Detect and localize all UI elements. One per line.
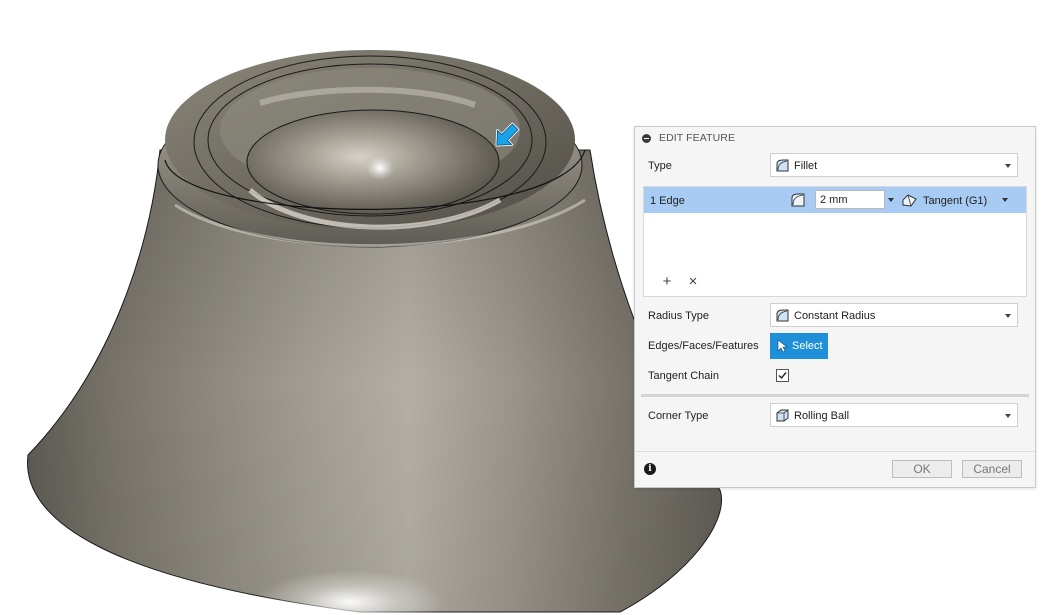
dialog-header: EDIT FEATURE xyxy=(635,127,1035,149)
fillet-icon xyxy=(776,159,789,172)
edge-count-label: 1 Edge xyxy=(650,195,685,207)
dialog-title: EDIT FEATURE xyxy=(659,132,736,144)
select-label: Select xyxy=(792,340,823,352)
plus-icon[interactable]: + xyxy=(660,274,674,289)
edge-selection-list[interactable]: 1 Edge Tangent (G1) + × xyxy=(643,186,1027,297)
tangent-chain-checkbox[interactable] xyxy=(776,369,789,382)
type-dropdown[interactable]: Fillet xyxy=(770,153,1018,177)
continuity-chevron-down-icon[interactable] xyxy=(1002,198,1008,202)
select-button[interactable]: Select xyxy=(770,333,828,359)
edit-feature-dialog: EDIT FEATURE Type Fillet 1 Edge Tangent … xyxy=(634,126,1036,488)
ok-button[interactable]: OK xyxy=(892,460,952,478)
radius-type-label: Radius Type xyxy=(648,310,709,322)
continuity-value[interactable]: Tangent (G1) xyxy=(923,195,987,207)
radius-icon xyxy=(791,193,805,207)
constant-radius-icon xyxy=(776,309,789,322)
radius-type-dropdown[interactable]: Constant Radius xyxy=(770,303,1018,327)
checkmark-icon xyxy=(778,372,787,380)
edges-label: Edges/Faces/Features xyxy=(648,340,759,352)
close-icon[interactable]: × xyxy=(686,274,700,289)
corner-type-dropdown[interactable]: Rolling Ball xyxy=(770,403,1018,427)
tangent-chain-label: Tangent Chain xyxy=(648,370,719,382)
section-divider xyxy=(641,394,1029,397)
type-value: Fillet xyxy=(794,160,818,172)
radius-type-value: Constant Radius xyxy=(794,310,876,322)
chevron-down-icon xyxy=(1005,164,1011,168)
chevron-down-icon xyxy=(1005,314,1011,318)
chevron-down-icon xyxy=(1005,414,1011,418)
collapse-icon[interactable] xyxy=(642,134,651,143)
type-label: Type xyxy=(648,160,672,172)
cursor-arrow-icon xyxy=(777,339,788,353)
radius-chevron-down-icon[interactable] xyxy=(888,198,894,202)
corner-type-label: Corner Type xyxy=(648,410,709,422)
edge-selection-row[interactable]: 1 Edge Tangent (G1) xyxy=(644,187,1026,213)
info-icon[interactable]: i xyxy=(644,463,656,475)
footer-divider xyxy=(635,451,1035,452)
corner-type-value: Rolling Ball xyxy=(794,410,850,422)
cancel-button[interactable]: Cancel xyxy=(962,460,1022,478)
radius-input[interactable] xyxy=(815,190,885,209)
tangent-icon xyxy=(902,194,917,207)
rolling-ball-icon xyxy=(776,409,789,422)
